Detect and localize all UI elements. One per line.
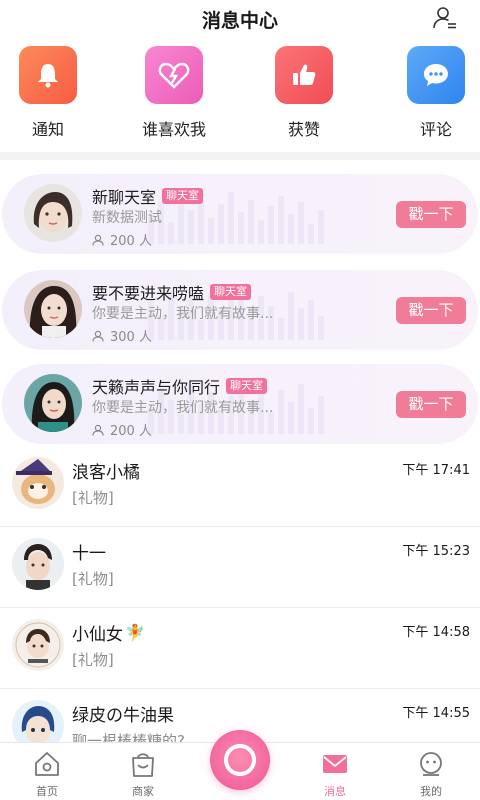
tab-label: 我的 <box>420 785 442 798</box>
message-row[interactable]: 小仙女 🧚 [礼物] 下午 14:58 <box>0 608 480 689</box>
page-title: 消息中心 <box>201 10 278 32</box>
message-time: 下午 17:41 <box>402 463 470 478</box>
chatroom-card[interactable]: 要不要进来唠嗑 聊天室 你要是主动，我们就有故事... 300 人 戳一下 <box>2 270 478 350</box>
chatroom-tag: 聊天室 <box>162 188 204 204</box>
category-label: 评论 <box>419 120 452 139</box>
member-count: 300 人 <box>92 326 152 345</box>
message-row[interactable]: 十一 [礼物] 下午 15:23 <box>0 527 480 608</box>
category-shortcuts: 通知 谁喜欢我 获赞 评论 <box>0 44 480 144</box>
comment-icon <box>407 46 465 104</box>
avatar <box>12 619 64 671</box>
avatar <box>24 280 82 338</box>
mail-icon <box>320 749 350 779</box>
camera-ring-icon <box>224 744 256 776</box>
person-icon <box>92 234 104 246</box>
person-icon <box>92 424 104 436</box>
contact-name: 绿皮の牛油果 <box>72 706 174 726</box>
bell-icon <box>19 46 77 104</box>
chatroom-description: 你要是主动，我们就有故事... <box>92 306 274 322</box>
category-who-likes-me[interactable]: 谁喜欢我 <box>126 44 222 140</box>
category-likes-received[interactable]: 获赞 <box>256 44 352 140</box>
avatar <box>24 184 82 242</box>
chatroom-card[interactable]: 天籁声声与你同行 聊天室 你要是主动，我们就有故事... 200 人 戳一下 <box>2 364 478 444</box>
chatroom-name: 要不要进来唠嗑 聊天室 <box>92 280 252 304</box>
message-preview: [礼物] <box>72 489 114 507</box>
broken-heart-icon <box>145 46 203 104</box>
profile-icon <box>416 749 446 779</box>
center-camera-button[interactable] <box>210 730 270 790</box>
tab-label: 首页 <box>36 785 58 798</box>
tab-home[interactable]: 首页 <box>12 749 82 799</box>
message-preview: [礼物] <box>72 651 114 669</box>
category-comments[interactable]: 评论 <box>388 44 480 140</box>
chatroom-tag: 聊天室 <box>226 378 268 394</box>
avatar <box>24 374 82 432</box>
category-label: 谁喜欢我 <box>141 120 206 139</box>
chatroom-description: 新数据测试 <box>92 210 162 226</box>
avatar <box>12 538 64 590</box>
avatar <box>12 457 64 509</box>
chatroom-tag: 聊天室 <box>210 284 252 300</box>
chatroom-card[interactable]: 新聊天室 聊天室 新数据测试 200 人 戳一下 <box>2 174 478 254</box>
chatroom-name: 天籁声声与你同行 聊天室 <box>92 374 268 398</box>
section-divider <box>0 152 480 160</box>
tab-merchant[interactable]: 商家 <box>108 749 178 799</box>
chatroom-description: 你要是主动，我们就有故事... <box>92 400 274 416</box>
contact-name: 十一 <box>72 544 106 564</box>
message-row[interactable]: 浪客小橘 [礼物] 下午 17:41 <box>0 446 480 527</box>
header-bar: 消息中心 <box>0 0 480 36</box>
poke-button[interactable]: 戳一下 <box>396 297 466 324</box>
home-icon <box>32 749 62 779</box>
thumbs-up-icon <box>275 46 333 104</box>
fairy-emoji: 🧚 <box>125 623 145 642</box>
tab-label: 商家 <box>132 785 154 798</box>
poke-button[interactable]: 戳一下 <box>396 391 466 418</box>
contact-name: 小仙女 🧚 <box>72 623 145 645</box>
user-list-icon[interactable] <box>432 5 458 31</box>
message-time: 下午 14:55 <box>402 706 470 721</box>
person-icon <box>92 330 104 342</box>
chatroom-name: 新聊天室 聊天室 <box>92 184 204 208</box>
shopping-bag-icon <box>128 749 158 779</box>
message-time: 下午 15:23 <box>402 544 470 559</box>
member-count: 200 人 <box>92 230 152 249</box>
member-count: 200 人 <box>92 420 152 439</box>
tab-profile[interactable]: 我的 <box>396 749 466 799</box>
tab-label: 消息 <box>324 785 346 798</box>
category-label: 获赞 <box>287 120 320 139</box>
contact-name: 浪客小橘 <box>72 463 140 483</box>
poke-button[interactable]: 戳一下 <box>396 201 466 228</box>
category-label: 通知 <box>31 120 64 139</box>
message-time: 下午 14:58 <box>402 625 470 640</box>
category-notification[interactable]: 通知 <box>0 44 96 140</box>
tab-messages[interactable]: 消息 <box>300 749 370 799</box>
message-preview: [礼物] <box>72 570 114 588</box>
